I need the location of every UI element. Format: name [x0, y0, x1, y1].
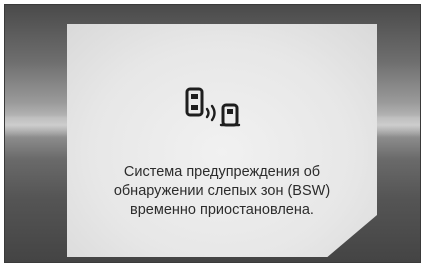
status-message: Система предупреждения об обнаружении сл… [67, 163, 377, 220]
display-screen: Система предупреждения об обнаружении сл… [4, 4, 421, 263]
notification-panel [67, 24, 377, 257]
radar-waves-icon [205, 104, 216, 122]
status-message-line-3: временно приостановлена. [130, 202, 314, 218]
status-message-line-1: Система предупреждения об [123, 164, 321, 180]
own-car-icon [185, 87, 204, 117]
status-message-line-2: обнаружении слепых зон (BSW) [113, 183, 331, 199]
blind-spot-warning-icon-svg [185, 87, 241, 127]
other-car-icon [219, 103, 241, 127]
blind-spot-warning-icon [185, 87, 255, 129]
